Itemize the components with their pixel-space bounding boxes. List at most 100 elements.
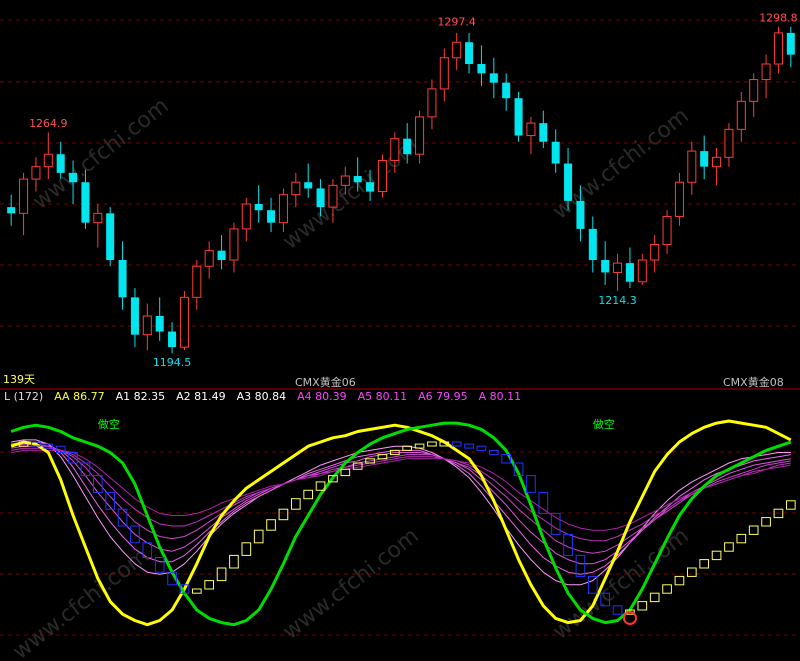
price-panel: 1264.9 1194.5 1297.4 1214.3 1298.8 139天 CMX黄… xyxy=(0,11,800,389)
indicator-box xyxy=(303,489,314,500)
indicator-line xyxy=(10,421,792,627)
candle-body xyxy=(43,153,53,168)
candle xyxy=(278,188,288,232)
indicator-box xyxy=(674,575,685,586)
indicator-box xyxy=(550,512,561,535)
candle xyxy=(217,235,226,270)
candle-body xyxy=(403,138,412,155)
candle-body xyxy=(142,315,152,336)
price-extreme-label: 1264.9 xyxy=(29,117,68,130)
indicator-box xyxy=(241,542,252,556)
indicator-line xyxy=(11,449,791,531)
candle xyxy=(588,216,597,273)
candle-body xyxy=(291,181,301,196)
candle xyxy=(502,73,511,111)
candle xyxy=(650,235,660,273)
candle xyxy=(700,135,709,180)
candle xyxy=(749,73,759,117)
candle-body xyxy=(736,100,746,130)
candle-body xyxy=(588,228,597,260)
price-extreme-label: 1298.8 xyxy=(759,11,798,24)
indicator-box xyxy=(662,584,672,594)
candle-body xyxy=(576,200,585,229)
candle-body xyxy=(130,297,139,335)
legend-item: AA 86.77 xyxy=(54,390,104,403)
candle-body xyxy=(118,260,127,298)
legend-item: A5 80.11 xyxy=(358,390,408,403)
legend-item: L (172) xyxy=(4,390,43,403)
candle xyxy=(712,148,722,186)
candle xyxy=(539,110,548,148)
signal-marker-label: 做空 xyxy=(98,417,120,431)
candle-body xyxy=(229,228,239,261)
candle xyxy=(514,92,523,142)
candle xyxy=(613,253,623,292)
candle-body xyxy=(7,207,16,214)
candle-body xyxy=(749,79,759,102)
indicator-box xyxy=(427,441,437,447)
candle-body xyxy=(613,262,623,273)
candle xyxy=(106,207,115,267)
indicator-box xyxy=(612,605,623,615)
candle xyxy=(601,241,610,285)
candle-body xyxy=(625,263,634,282)
candle xyxy=(452,32,462,71)
chart-canvas: www.cfchi.com www.cfchi.com www.cfchi.co… xyxy=(0,11,800,661)
candle-body xyxy=(304,182,313,189)
candle xyxy=(19,172,29,236)
candle-body xyxy=(168,331,177,348)
candle xyxy=(229,222,239,273)
indicator-panel: 做空 做空 L (172) AA 86.77 A1 82.35 A2 81.49 A3 8… xyxy=(0,390,800,636)
candle xyxy=(761,54,771,99)
candle xyxy=(204,241,214,279)
candles xyxy=(7,26,795,354)
candle-body xyxy=(773,32,783,65)
candle xyxy=(724,123,734,167)
candle xyxy=(142,303,152,351)
candle xyxy=(155,297,164,341)
candle xyxy=(267,197,276,232)
candle-body xyxy=(439,57,449,90)
candle-body xyxy=(650,243,660,261)
candle-body xyxy=(761,63,771,81)
candle-body xyxy=(601,260,610,273)
legend-item: A2 81.49 xyxy=(176,390,226,403)
candle xyxy=(427,79,437,130)
indicator-box xyxy=(204,580,215,590)
candle xyxy=(489,57,498,99)
candle-body xyxy=(477,64,486,74)
indicator-box xyxy=(526,475,536,493)
candle-body xyxy=(786,32,795,55)
candle-body xyxy=(254,204,263,211)
indicator-markers: 做空 做空 xyxy=(98,417,615,431)
candle-body xyxy=(724,128,734,158)
candle-body xyxy=(700,151,709,167)
candle-body xyxy=(192,265,202,298)
candle xyxy=(7,194,16,226)
candle-body xyxy=(465,42,474,64)
candle-body xyxy=(564,163,573,201)
candle xyxy=(625,247,634,288)
indicator-box xyxy=(290,498,301,510)
svg-text:www.cfchi.com: www.cfchi.com xyxy=(278,523,423,644)
indicator-box xyxy=(686,567,697,577)
indicator-box xyxy=(464,443,474,449)
candle-body xyxy=(353,176,362,183)
candle-body xyxy=(551,141,560,164)
indicator-box xyxy=(538,491,549,514)
candle-body xyxy=(106,213,115,260)
candle-body xyxy=(637,259,647,283)
price-extreme-label: 1297.4 xyxy=(437,16,476,29)
legend-item: A1 82.35 xyxy=(116,390,166,403)
legend-item: A 80.11 xyxy=(479,390,522,403)
candle-body xyxy=(489,73,498,83)
candle-body xyxy=(69,172,78,183)
candle-body xyxy=(217,250,226,260)
indicator-box xyxy=(637,601,648,611)
candle xyxy=(439,48,449,102)
legend-item: A3 80.84 xyxy=(237,390,287,403)
candle-body xyxy=(56,154,65,173)
candle-body xyxy=(19,178,29,214)
indicator-box xyxy=(476,445,487,451)
candle-body xyxy=(93,212,103,224)
